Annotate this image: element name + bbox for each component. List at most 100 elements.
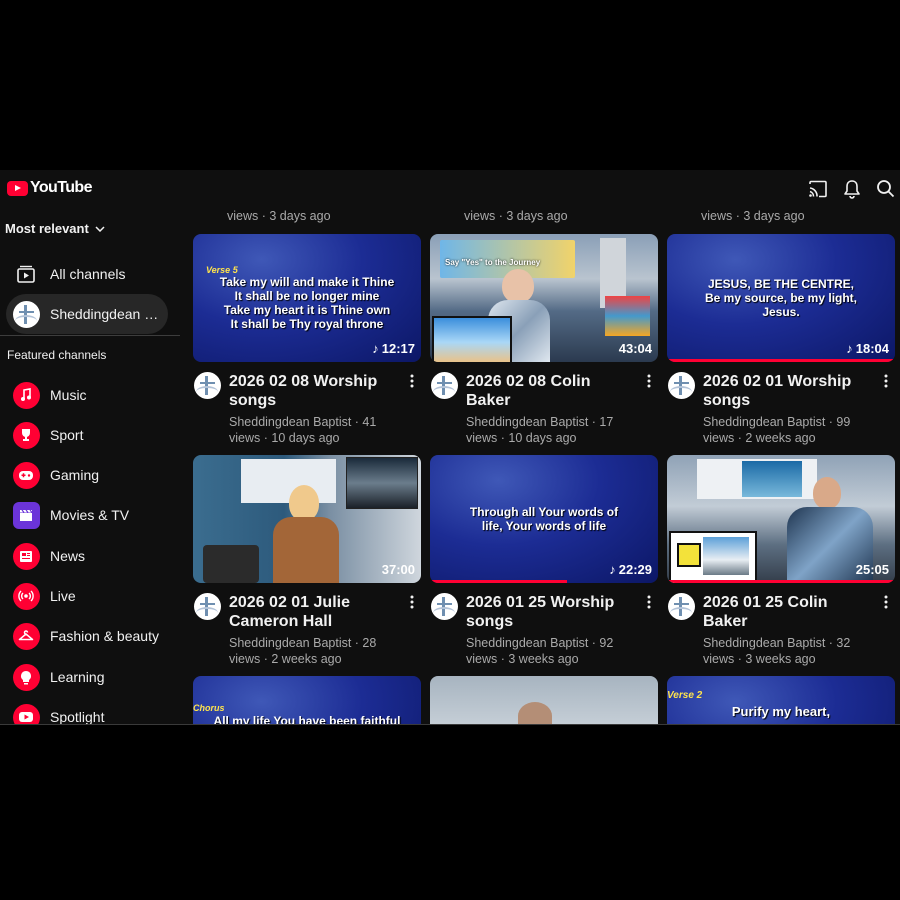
lyrics-overlay: JESUS, BE THE CENTRE, Be my source, be m… <box>667 277 895 319</box>
video-card[interactable]: Verse 5 Take my will and make it Thine I… <box>193 234 421 446</box>
sidebar-item-gaming[interactable]: Gaming <box>6 455 168 495</box>
sidebar-item-label: Spotlight <box>50 709 105 725</box>
channel-avatar[interactable] <box>668 372 695 399</box>
lyric-line: It shall be Thy royal throne <box>230 317 384 332</box>
lyric-line: Through all Your words of <box>469 505 619 519</box>
video-channel-views: Sheddingdean Baptist · 17 <box>466 415 614 429</box>
channel-avatar[interactable] <box>194 593 221 620</box>
projector-screen <box>241 459 336 503</box>
video-meta: Sheddingdean Baptist · 28 views · 2 weeks… <box>229 635 401 667</box>
music-note-icon: ♪ <box>846 341 853 356</box>
lyric-line: life, Your words of life <box>481 519 607 533</box>
more-options-icon[interactable] <box>879 595 893 611</box>
sidebar-item-movies-tv[interactable]: Movies & TV <box>6 495 168 535</box>
video-card[interactable]: Chorus All my life You have been faithfu… <box>193 676 421 725</box>
video-card[interactable]: JESUS, BE THE CENTRE, Be my source, be m… <box>667 234 895 446</box>
news-icon <box>12 542 40 570</box>
video-channel-views: Sheddingdean Baptist · 99 <box>703 415 851 429</box>
video-title[interactable]: 2026 02 01 Julie Cameron Hall <box>229 593 401 631</box>
video-thumbnail[interactable]: Through all Your words of life, Your wor… <box>430 455 658 583</box>
video-thumbnail[interactable]: JESUS, BE THE CENTRE, Be my source, be m… <box>667 234 895 362</box>
video-card[interactable] <box>430 676 658 725</box>
sidebar-item-label: Fashion & beauty <box>50 628 159 644</box>
sidebar-item-news[interactable]: News <box>6 536 168 576</box>
more-options-icon[interactable] <box>879 374 893 390</box>
video-meta: Sheddingdean Baptist · 99 views · 2 weeks… <box>703 414 875 446</box>
video-card[interactable]: Say "Yes" to the Journey 43:04 2026 02 0… <box>430 234 658 446</box>
video-title[interactable]: 2026 02 01 Worship songs <box>703 372 875 410</box>
video-info: 2026 02 01 Worship songs Sheddingdean Ba… <box>667 372 895 446</box>
channel-avatar[interactable] <box>668 593 695 620</box>
clapperboard-icon <box>12 501 40 529</box>
video-thumbnail[interactable]: 25:05 <box>667 455 895 583</box>
sort-dropdown[interactable]: Most relevant <box>5 221 105 236</box>
duration-badge: ♪ 18:04 <box>846 341 889 356</box>
channel-avatar[interactable] <box>194 372 221 399</box>
video-meta: Sheddingdean Baptist · 32 views · 3 weeks… <box>703 635 875 667</box>
microphone <box>203 545 259 583</box>
notifications-bell-icon[interactable] <box>841 178 862 199</box>
partial-video-meta: views · 3 days ago <box>701 209 805 223</box>
channel-avatar[interactable] <box>431 372 458 399</box>
video-thumbnail[interactable]: Chorus All my life You have been faithfu… <box>193 676 421 725</box>
more-options-icon[interactable] <box>642 374 656 390</box>
sidebar-item-label: Live <box>50 588 76 604</box>
sidebar-item-spotlight[interactable]: Spotlight <box>6 697 168 725</box>
sidebar-item-active-channel[interactable]: Sheddingdean Baptist <box>6 294 168 334</box>
video-channel-views: Sheddingdean Baptist · 41 <box>229 415 377 429</box>
duration-text: 43:04 <box>618 341 652 356</box>
more-options-icon[interactable] <box>642 595 656 611</box>
sidebar-item-sport[interactable]: Sport <box>6 415 168 455</box>
video-card[interactable]: 37:00 2026 02 01 Julie Cameron Hall Shed… <box>193 455 421 667</box>
sidebar-item-fashion-beauty[interactable]: Fashion & beauty <box>6 616 168 656</box>
youtube-app: YouTube Most relevant All channels Shedd… <box>0 170 900 725</box>
sidebar-item-learning[interactable]: Learning <box>6 657 168 697</box>
lyric-verse-label: Chorus <box>193 703 225 713</box>
duration-text: 37:00 <box>381 562 415 577</box>
cast-icon[interactable] <box>807 178 828 199</box>
video-views-age: views · 10 days ago <box>229 431 340 445</box>
subscriptions-icon <box>12 260 40 288</box>
video-card[interactable]: Verse 2 Purify my heart, <box>667 676 895 725</box>
video-thumbnail[interactable]: Verse 2 Purify my heart, <box>667 676 895 725</box>
video-channel-views: Sheddingdean Baptist · 92 <box>466 636 614 650</box>
partial-video-meta: views · 3 days ago <box>227 209 331 223</box>
video-title[interactable]: 2026 01 25 Worship songs <box>466 593 638 631</box>
sidebar-item-music[interactable]: Music <box>6 375 168 415</box>
lyric-line: It shall be no longer mine <box>234 289 380 304</box>
search-icon[interactable] <box>875 178 896 199</box>
lightbulb-icon <box>12 663 40 691</box>
sidebar-item-all-channels[interactable]: All channels <box>6 254 168 294</box>
live-broadcast-icon <box>12 582 40 610</box>
video-thumbnail[interactable]: Verse 5 Take my will and make it Thine I… <box>193 234 421 362</box>
more-options-icon[interactable] <box>405 374 419 390</box>
music-icon <box>12 381 40 409</box>
video-thumbnail[interactable]: 37:00 <box>193 455 421 583</box>
lyrics-overlay: Take my will and make it Thine It shall … <box>193 275 421 331</box>
person-head <box>289 485 319 521</box>
video-title[interactable]: 2026 02 08 Worship songs <box>229 372 401 410</box>
lyric-line: Take my heart it is Thine own <box>223 303 391 318</box>
sidebar-divider <box>0 335 180 336</box>
watch-progress-bar <box>667 359 895 362</box>
video-info: 2026 02 08 Colin Baker Sheddingdean Bapt… <box>430 372 658 446</box>
video-channel-views: Sheddingdean Baptist · 32 <box>703 636 851 650</box>
sidebar-item-label: Sheddingdean Baptist <box>50 306 162 322</box>
person-jacket <box>273 517 339 583</box>
channel-avatar[interactable] <box>431 593 458 620</box>
youtube-logo[interactable]: YouTube <box>7 179 92 197</box>
sidebar-item-label: Gaming <box>50 467 100 483</box>
chevron-down-icon <box>95 225 105 232</box>
logo-text: YouTube <box>30 179 92 196</box>
video-views-age: views · 3 weeks ago <box>466 652 579 666</box>
video-title[interactable]: 2026 01 25 Colin Baker <box>703 593 875 631</box>
more-options-icon[interactable] <box>405 595 419 611</box>
sidebar-item-live[interactable]: Live <box>6 576 168 616</box>
video-title[interactable]: 2026 02 08 Colin Baker <box>466 372 638 410</box>
video-card[interactable]: Through all Your words of life, Your wor… <box>430 455 658 667</box>
video-card[interactable]: 25:05 2026 01 25 Colin Baker Sheddingdea… <box>667 455 895 667</box>
sidebar-item-label: News <box>50 548 86 564</box>
video-thumbnail[interactable]: Say "Yes" to the Journey 43:04 <box>430 234 658 362</box>
watch-progress-bar <box>430 580 567 583</box>
video-thumbnail[interactable] <box>430 676 658 725</box>
